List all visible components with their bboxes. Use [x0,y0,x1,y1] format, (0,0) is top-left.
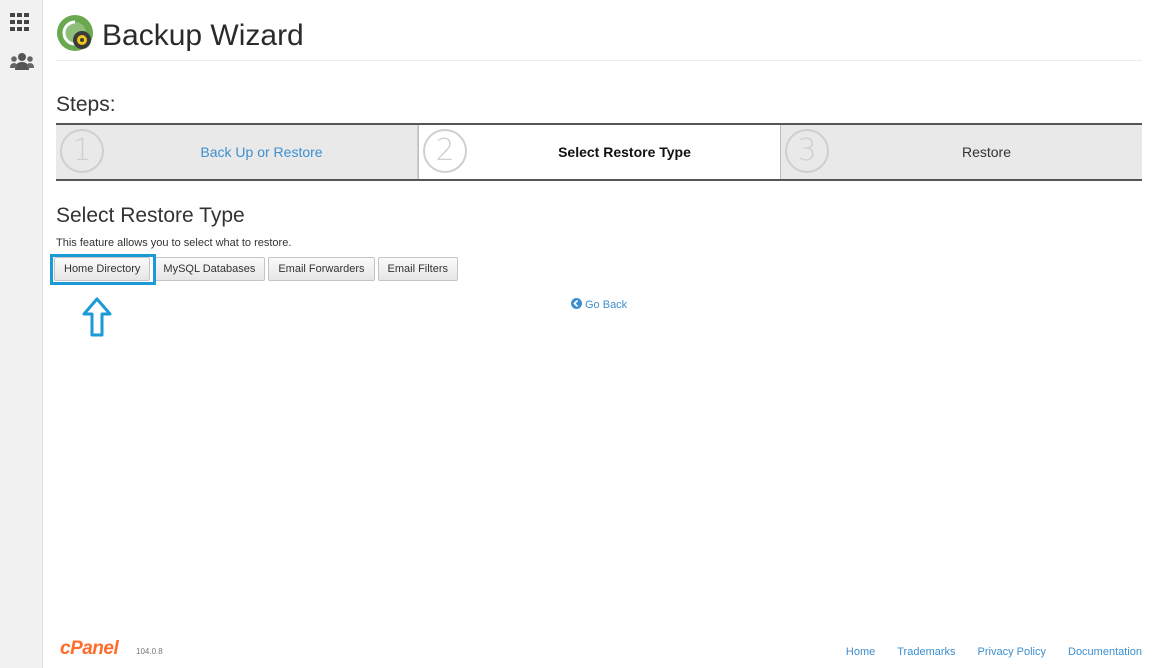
step-3: 3 Restore [781,125,1142,179]
section-description: This feature allows you to select what t… [56,237,292,249]
apps-grid-icon[interactable] [10,13,30,31]
arrow-up-icon [82,297,112,337]
step-2: 2 Select Restore Type [418,125,781,179]
go-back-link[interactable]: Go Back [571,298,627,312]
step-2-number: 2 [423,129,467,173]
email-filters-button[interactable]: Email Filters [377,257,459,281]
footer-link-privacy-policy[interactable]: Privacy Policy [978,646,1046,658]
section-title: Select Restore Type [56,204,245,227]
highlight-box [50,254,156,285]
page-header: Backup Wizard [56,12,1142,61]
left-sidebar [0,0,43,668]
cpanel-logo[interactable]: cPanel [60,638,130,660]
users-icon[interactable] [10,52,34,72]
footer-link-home[interactable]: Home [846,646,875,658]
step-1[interactable]: 1 Back Up or Restore [56,125,418,179]
footer-link-documentation[interactable]: Documentation [1068,646,1142,658]
steps-heading: Steps: [56,93,116,116]
step-3-label: Restore [961,144,1012,160]
footer-links: Home Trademarks Privacy Policy Documenta… [846,646,1142,658]
go-back-label[interactable]: Go Back [585,299,627,311]
arrow-circle-left-icon [571,298,582,309]
backup-wizard-icon [57,15,93,51]
step-1-label[interactable]: Back Up or Restore [106,125,417,179]
footer-link-trademarks[interactable]: Trademarks [897,646,955,658]
email-forwarders-button[interactable]: Email Forwarders [268,257,375,281]
wizard-steps: 1 Back Up or Restore 2 Select Restore Ty… [56,123,1142,181]
step-3-number: 3 [785,129,829,173]
mysql-databases-button[interactable]: MySQL Databases [153,257,266,281]
step-1-number: 1 [60,129,104,173]
page-title: Backup Wizard [102,19,304,52]
step-2-label: Select Restore Type [558,144,691,160]
version-label: 104.0.8 [136,647,163,656]
